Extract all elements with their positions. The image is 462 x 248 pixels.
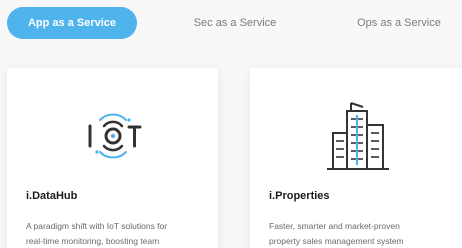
iot-icon [73,96,153,176]
card-description-line: A paradigm shift with IoT solutions for [26,221,168,231]
card-description: A paradigm shift with IoT solutions for … [26,219,206,248]
card-description-line: real-time monitoring, boosting team [26,236,160,246]
tab-app-as-a-service[interactable]: App as a Service [7,7,137,39]
building-icon [318,96,398,176]
product-card-properties[interactable]: i.Properties Faster, smarter and market-… [250,68,462,248]
card-description-line: Faster, smarter and market-proven [269,221,400,231]
service-tabs: App as a Service Sec as a Service Ops as… [0,0,462,48]
product-card-datahub[interactable]: i.DataHub A paradigm shift with IoT solu… [7,68,218,248]
tab-sec-as-a-service[interactable]: Sec as a Service [170,7,300,39]
tab-ops-as-a-service[interactable]: Ops as a Service [334,7,462,39]
card-description-line: property sales management system [269,236,404,246]
card-description: Faster, smarter and market-proven proper… [269,219,453,248]
card-title: i.DataHub [26,190,78,202]
card-title: i.Properties [269,190,330,202]
